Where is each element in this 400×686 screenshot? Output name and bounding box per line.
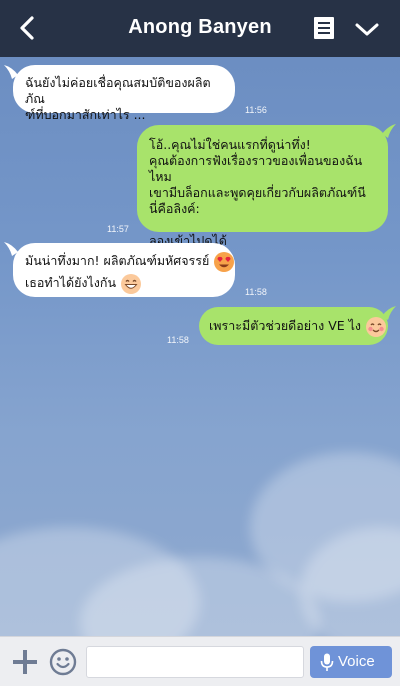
message-timestamp: 11:58 (245, 287, 267, 297)
back-arrow-icon[interactable] (14, 14, 42, 42)
mic-icon (320, 653, 334, 671)
notes-icon[interactable] (313, 16, 335, 40)
outgoing-message-bubble[interactable]: เพราะมีตัวช่วยดีอย่าง VE ไง (199, 307, 388, 345)
heart-eyes-emoji (214, 251, 235, 272)
smiley-icon[interactable] (49, 648, 77, 676)
message-text: เธอทำได้ยังไงกัน (25, 275, 117, 290)
voice-button[interactable]: Voice (310, 646, 392, 678)
message-text: ฉันยังไม่ค่อยเชื่อคุณสมบัติของผลิตภัณ ฑ์… (25, 75, 211, 122)
chat-header: Anong Banyen (0, 0, 400, 57)
message-timestamp: 11:56 (245, 105, 267, 115)
message-text: เพราะมีตัวช่วยดีอย่าง VE ไง (209, 318, 362, 333)
plus-icon[interactable] (12, 649, 38, 675)
message-input-bar: Voice (0, 636, 400, 686)
incoming-message-bubble[interactable]: มันน่าทึ่งมาก! ผลิตภัณฑ์มหัศจรรย์ เธอทำไ… (13, 243, 235, 297)
message-text: มันน่าทึ่งมาก! ผลิตภัณฑ์มหัศจรรย์ (25, 253, 210, 268)
grinning-emoji (121, 273, 141, 294)
message-input[interactable] (86, 646, 304, 678)
chevron-down-icon[interactable] (354, 20, 380, 38)
message-text: โอ้..คุณไม่ใช่คนแรกที่ดูน่าทึ่ง! คุณต้อง… (149, 137, 366, 248)
message-timestamp: 11:58 (167, 335, 189, 345)
message-timestamp: 11:57 (107, 224, 129, 234)
chat-area[interactable]: ฉันยังไม่ค่อยเชื่อคุณสมบัติของผลิตภัณ ฑ์… (0, 57, 400, 636)
incoming-message-bubble[interactable]: ฉันยังไม่ค่อยเชื่อคุณสมบัติของผลิตภัณ ฑ์… (13, 65, 235, 122)
outgoing-message-bubble[interactable]: โอ้..คุณไม่ใช่คนแรกที่ดูน่าทึ่ง! คุณต้อง… (137, 125, 388, 248)
chat-title: Anong Banyen (128, 16, 272, 38)
blushing-emoji (366, 316, 387, 337)
voice-label: Voice (338, 653, 375, 670)
